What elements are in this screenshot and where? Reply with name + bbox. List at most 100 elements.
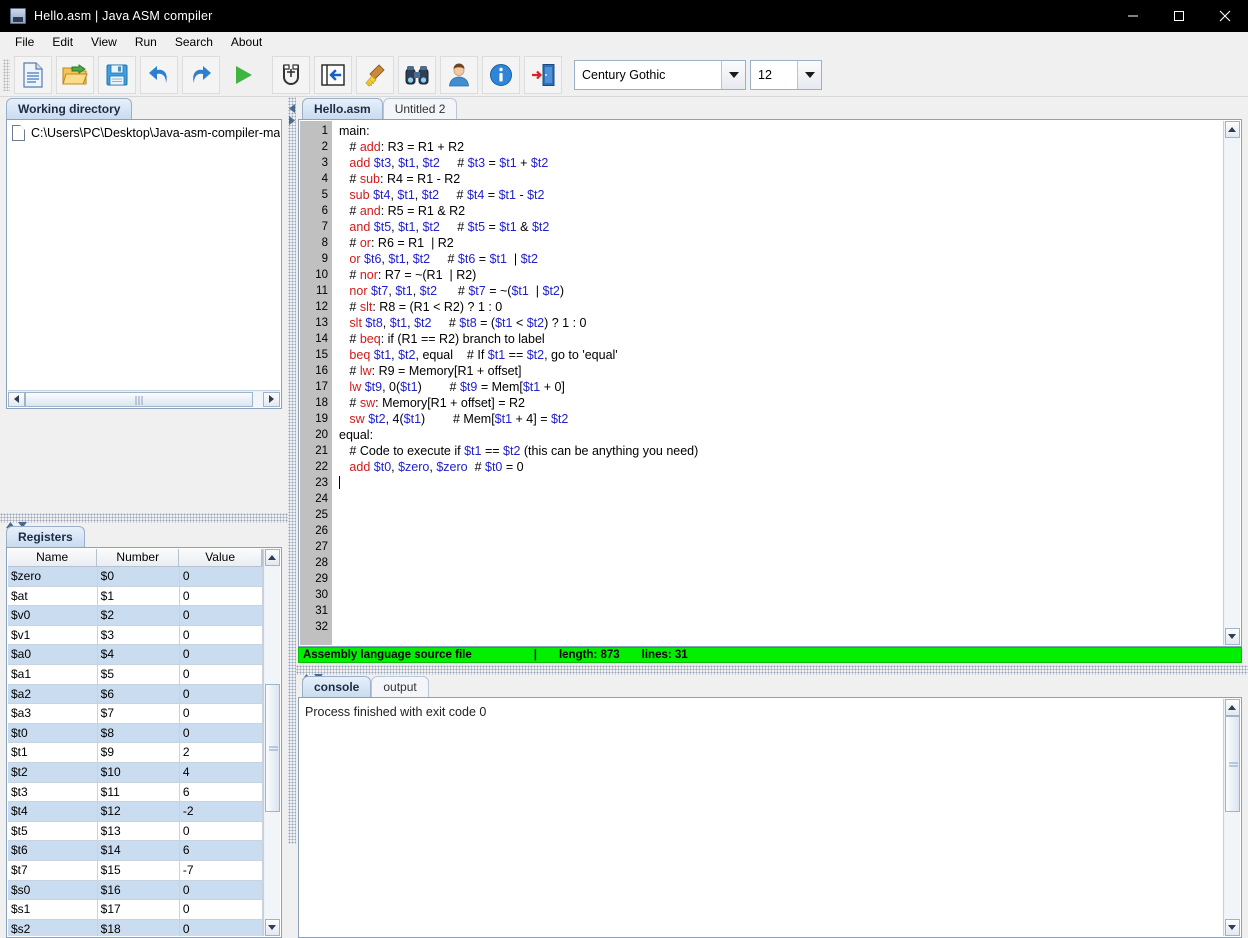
find-button[interactable] <box>398 55 436 94</box>
tab-console[interactable]: console <box>302 676 372 697</box>
table-row[interactable]: $a2 $6 0 <box>8 684 263 705</box>
exit-button[interactable] <box>524 55 562 94</box>
table-row[interactable]: $v0 $2 0 <box>8 606 263 626</box>
table-row[interactable]: $t7 $15 -7 <box>8 860 263 881</box>
scroll-up-arrow-icon[interactable] <box>1224 699 1240 716</box>
tab-untitled-2[interactable]: Untitled 2 <box>382 98 458 119</box>
code-text-area[interactable]: main: # add: R3 = R1 + R2 add $t3, $t1, … <box>333 121 1223 645</box>
open-file-button[interactable] <box>56 55 94 94</box>
tab-registers[interactable]: Registers <box>6 526 85 547</box>
menu-item-run[interactable]: Run <box>126 33 166 52</box>
table-row[interactable]: $t0 $8 0 <box>8 723 263 744</box>
left-horizontal-splitter[interactable] <box>0 513 288 528</box>
table-row[interactable]: $v1 $3 0 <box>8 625 263 646</box>
chevron-down-icon[interactable] <box>721 60 745 89</box>
list-item[interactable]: C:\Users\PC\Desktop\Java-asm-compiler-ma… <box>8 121 280 145</box>
open-folder-icon <box>62 63 88 85</box>
table-row[interactable]: $s2 $18 0 <box>8 919 263 936</box>
splitter-collapse-right-icon[interactable] <box>289 112 295 125</box>
broom-icon <box>365 63 385 87</box>
splitter-collapse-up-icon[interactable] <box>6 515 15 528</box>
scroll-left-arrow-icon[interactable] <box>8 391 25 407</box>
tab-hello-asm[interactable]: Hello.asm <box>302 98 383 119</box>
scroll-down-arrow-icon[interactable] <box>1224 628 1240 645</box>
new-file-button[interactable] <box>14 55 52 94</box>
register-token: $t2 <box>422 220 440 234</box>
splitter-collapse-left-icon[interactable] <box>289 100 295 113</box>
right-panel-column: Hello.asm Untitled 2 1 2 3 4 5 6 7 8 9 10 11 12 13 14… <box>296 97 1248 938</box>
vertical-splitter[interactable] <box>288 97 296 844</box>
redo-button[interactable] <box>182 55 220 94</box>
run-button[interactable] <box>224 56 262 94</box>
table-row[interactable]: $a0 $4 0 <box>8 645 263 665</box>
editor-vscrollbar[interactable] <box>1223 121 1240 645</box>
menu-item-about[interactable]: About <box>222 33 271 52</box>
column-header-number[interactable]: Number <box>97 549 180 567</box>
table-row[interactable]: $t3 $11 6 <box>8 782 263 803</box>
font-size-select[interactable]: 12 <box>750 59 822 90</box>
code-editor[interactable]: 1 2 3 4 5 6 7 8 9 10 11 12 13 14 15 16 17 18 19 20 21 22 23 24 2… <box>298 119 1242 647</box>
table-row[interactable]: $a1 $5 0 <box>8 664 263 685</box>
step-back-button[interactable] <box>314 55 352 94</box>
vscrollbar-thumb[interactable] <box>1224 716 1240 812</box>
column-header-name[interactable]: Name <box>8 549 98 567</box>
tab-output[interactable]: output <box>371 676 429 697</box>
table-row[interactable]: $t2 $10 4 <box>8 762 263 783</box>
scroll-up-arrow-icon[interactable] <box>1224 121 1240 138</box>
splitter-collapse-down-icon[interactable] <box>314 667 323 680</box>
vscrollbar-thumb[interactable] <box>264 684 280 812</box>
table-row[interactable]: $s0 $16 0 <box>8 880 263 901</box>
console-vscrollbar[interactable] <box>1223 699 1240 936</box>
registers-table-header: Name Number Value <box>8 549 263 567</box>
font-family-select[interactable]: Century Gothic <box>574 59 746 90</box>
scroll-up-arrow-icon[interactable] <box>264 549 280 566</box>
table-row[interactable]: $t5 $13 0 <box>8 821 263 842</box>
table-cell: -2 <box>179 802 263 822</box>
splitter-collapse-up-icon[interactable] <box>302 667 311 680</box>
hscrollbar-thumb[interactable] <box>25 391 253 407</box>
info-button[interactable] <box>482 55 520 94</box>
working-directory-hscrollbar[interactable] <box>8 390 280 407</box>
working-directory-list[interactable]: C:\Users\PC\Desktop\Java-asm-compiler-ma… <box>8 121 280 390</box>
column-header-value[interactable]: Value <box>179 549 262 567</box>
registers-table[interactable]: Name Number Value $zero $0 0 $at $1 0 $v0 $2 0 $v… <box>8 549 263 936</box>
menu-item-view[interactable]: View <box>82 33 126 52</box>
right-horizontal-splitter[interactable] <box>296 665 1248 680</box>
toolbar-grip[interactable] <box>3 58 10 91</box>
undo-button[interactable] <box>140 55 178 94</box>
table-row[interactable]: $t6 $14 6 <box>8 841 263 861</box>
save-file-button[interactable] <box>98 55 136 94</box>
menu-item-edit[interactable]: Edit <box>43 33 82 52</box>
vscrollbar-track-lower[interactable] <box>264 812 280 919</box>
vscrollbar-track-upper[interactable] <box>264 566 280 684</box>
registers-vscrollbar[interactable] <box>263 549 280 936</box>
tab-working-directory[interactable]: Working directory <box>6 98 133 119</box>
menu-item-file[interactable]: File <box>6 33 43 52</box>
table-row[interactable]: $a3 $7 0 <box>8 704 263 724</box>
console-output-box[interactable]: Process finished with exit code 0 <box>298 697 1242 938</box>
table-row[interactable]: $at $1 0 <box>8 586 263 607</box>
table-row[interactable]: $t1 $9 2 <box>8 743 263 763</box>
chevron-down-icon[interactable] <box>797 60 821 89</box>
minimize-icon[interactable] <box>1110 0 1156 32</box>
scroll-right-arrow-icon[interactable] <box>263 391 280 407</box>
user-button[interactable] <box>440 55 478 94</box>
menu-item-search[interactable]: Search <box>166 33 222 52</box>
assemble-button[interactable] <box>272 55 310 94</box>
scroll-down-arrow-icon[interactable] <box>1224 919 1240 936</box>
working-directory-tab-row: Working directory <box>0 97 288 119</box>
table-row[interactable]: $t4 $12 -2 <box>8 802 263 822</box>
splitter-collapse-down-icon[interactable] <box>18 515 27 528</box>
vscrollbar-track[interactable] <box>1224 138 1240 628</box>
table-row[interactable]: $s1 $17 0 <box>8 900 263 920</box>
register-token: $t4 <box>466 188 485 202</box>
register-token: $t1 <box>388 252 406 266</box>
table-row[interactable]: $zero $0 0 <box>8 567 263 587</box>
maximize-icon[interactable] <box>1156 0 1202 32</box>
scroll-down-arrow-icon[interactable] <box>264 919 280 936</box>
close-icon[interactable] <box>1202 0 1248 32</box>
vscrollbar-track[interactable] <box>1224 812 1240 919</box>
hscrollbar-track[interactable] <box>253 391 263 407</box>
redo-arrow-icon <box>193 65 211 83</box>
clear-button[interactable] <box>356 55 394 94</box>
